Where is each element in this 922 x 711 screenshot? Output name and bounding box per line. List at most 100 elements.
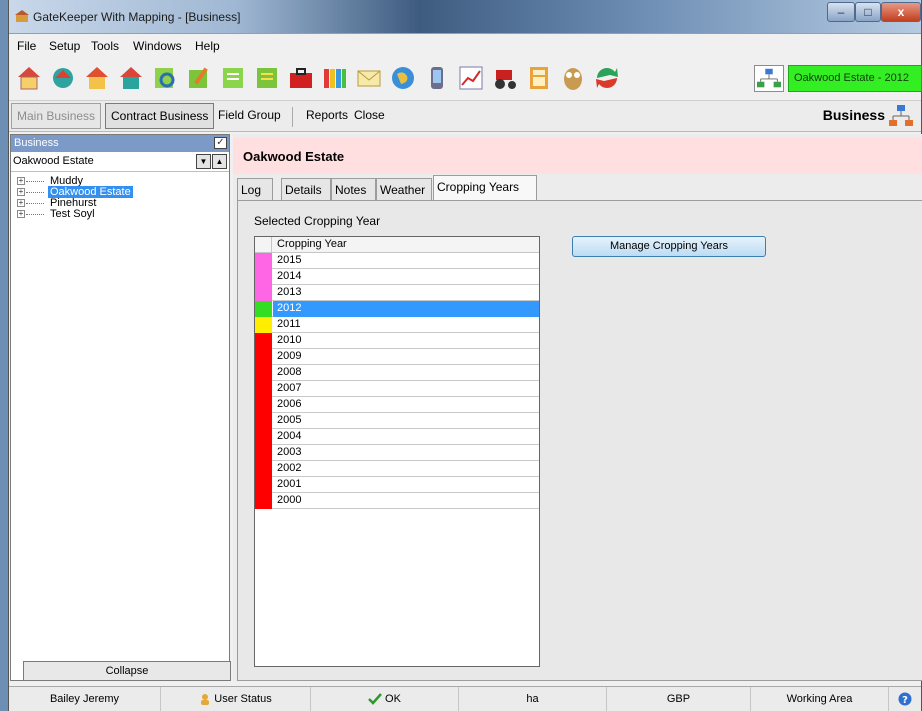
table-row[interactable]: 2007 [255,381,539,397]
table-row[interactable]: 2005 [255,413,539,429]
year-status-swatch [255,381,272,397]
chevron-up-icon[interactable]: ▲ [212,154,227,169]
tasks-icon[interactable] [253,64,281,92]
close-window-button[interactable]: x [881,2,921,22]
tree-node[interactable]: + Test Soyl [11,208,229,220]
tab-notes[interactable]: Notes [331,178,376,200]
red-case-icon[interactable] [287,64,315,92]
table-row[interactable]: 2004 [255,429,539,445]
business-selector-value: Oakwood Estate [13,155,94,167]
year-status-swatch [255,445,272,461]
main-business-tab[interactable]: Main Business [11,103,102,129]
table-row[interactable]: 2011 [255,317,539,333]
check-icon [368,693,382,705]
table-row[interactable]: 2013 [255,285,539,301]
cropping-year-cell: 2015 [277,254,302,266]
menu-help[interactable]: Help [195,39,220,53]
cropping-year-cell: 2000 [277,494,302,506]
table-row[interactable]: 2001 [255,477,539,493]
owl-icon[interactable] [559,64,587,92]
table-row[interactable]: 2015 [255,253,539,269]
menu-tools[interactable]: Tools [91,39,119,53]
panel-checkbox[interactable]: ✓ [214,137,227,149]
year-status-swatch [255,269,272,285]
cropping-year-cell: 2005 [277,414,302,426]
field-group-tab[interactable]: Field Group [213,103,286,129]
business-selector[interactable]: Oakwood Estate ▼ ▲ [11,152,229,172]
chart-icon[interactable] [321,64,349,92]
maximize-button[interactable]: □ [855,2,881,22]
expand-icon[interactable]: + [17,188,25,196]
notes-icon[interactable] [219,64,247,92]
cropping-year-cell: 2014 [277,270,302,282]
status-user-status[interactable]: User Status [161,687,311,711]
table-row[interactable]: 2014 [255,269,539,285]
refresh-home-icon[interactable] [49,64,77,92]
menu-setup[interactable]: Setup [49,39,80,53]
year-status-swatch [255,285,272,301]
table-row[interactable]: 2006 [255,397,539,413]
table-row[interactable]: 2010 [255,333,539,349]
search-doc-icon[interactable] [151,64,179,92]
tree-node[interactable]: + Pinehurst [11,197,229,209]
tree-node[interactable]: + Oakwood Estate [11,186,229,198]
mail-icon[interactable] [355,64,383,92]
year-status-swatch [255,365,272,381]
close-link[interactable]: Close [349,103,390,129]
reports-link[interactable]: Reports [301,103,353,129]
year-status-swatch [255,429,272,445]
edit-doc-icon[interactable] [185,64,213,92]
cropping-year-grid: Cropping Year 2015 2014 2013 2012 2011 2010 20… [254,236,540,667]
tree-node-label: Test Soyl [50,208,95,220]
minimize-button[interactable]: – [827,2,855,22]
menu-windows[interactable]: Windows [133,39,182,53]
business-tree-panel: Business ✓ Oakwood Estate ▼ ▲ + Muddy + … [10,134,230,681]
expand-icon[interactable]: + [17,177,25,185]
section-title: Business [822,107,885,123]
folder-home-icon[interactable] [83,64,111,92]
tab-cropping-years[interactable]: Cropping Years [433,175,537,200]
year-status-swatch [255,253,272,269]
tab-log[interactable]: Log [237,178,273,200]
chevron-down-icon[interactable]: ▼ [196,154,211,169]
column-header-cropping-year[interactable]: Cropping Year [277,238,347,250]
status-working-area: Working Area [751,687,889,711]
cropping-year-cell: 2013 [277,286,302,298]
collapse-button[interactable]: Collapse [23,661,231,681]
tractor-icon[interactable] [491,64,519,92]
help-icon[interactable]: ? [889,687,921,711]
current-estate-label: Oakwood Estate - 2012 [788,65,922,92]
manage-cropping-years-button[interactable]: Manage Cropping Years [572,236,766,257]
menu-file[interactable]: File [17,39,36,53]
selected-cropping-year-label: Selected Cropping Year [254,214,381,228]
graph-icon[interactable] [457,64,485,92]
table-row[interactable]: 2012 [255,301,539,317]
year-status-swatch [255,301,272,317]
status-currency: GBP [607,687,751,711]
expand-icon[interactable]: + [17,199,25,207]
main-content: Oakwood Estate Log Details Notes Weather… [233,134,922,681]
svg-text:?: ? [902,695,908,706]
year-status-swatch [255,493,272,509]
table-row[interactable]: 2008 [255,365,539,381]
calculator-icon[interactable] [525,64,553,92]
cropping-year-cell: 2004 [277,430,302,442]
status-ok: OK [311,687,459,711]
table-row[interactable]: 2009 [255,349,539,365]
contract-business-tab[interactable]: Contract Business [105,103,215,129]
year-status-swatch [255,477,272,493]
toolbar: Oakwood Estate - 2012 [9,62,922,96]
home-icon[interactable] [15,64,43,92]
expand-icon[interactable]: + [17,210,25,218]
phone-icon[interactable] [423,64,451,92]
house-arrow-icon[interactable] [117,64,145,92]
table-row[interactable]: 2000 [255,493,539,509]
globe-icon[interactable] [389,64,417,92]
current-estate-badge[interactable]: Oakwood Estate - 2012 [754,65,922,92]
sync-icon[interactable] [593,64,621,92]
table-row[interactable]: 2002 [255,461,539,477]
table-row[interactable]: 2003 [255,445,539,461]
cropping-year-cell: 2011 [277,318,301,330]
tab-details[interactable]: Details [281,178,331,200]
tab-weather[interactable]: Weather [376,178,432,200]
